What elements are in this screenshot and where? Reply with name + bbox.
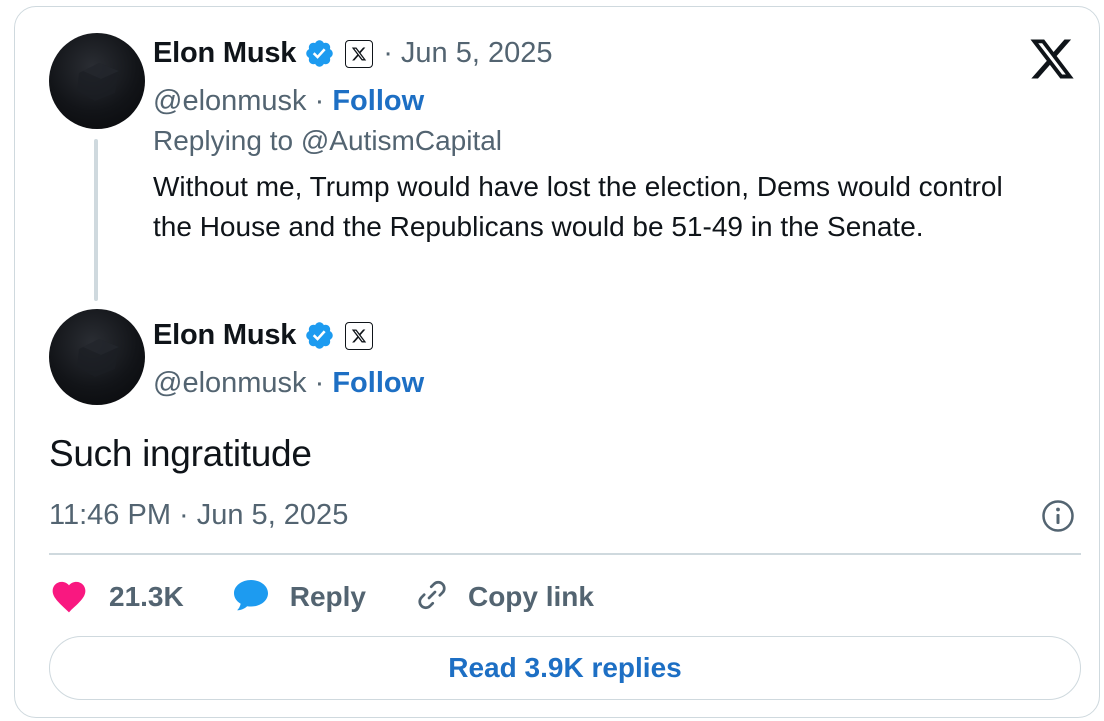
parent-follow-link[interactable]: Follow xyxy=(332,85,424,117)
divider xyxy=(49,553,1081,555)
handle-separator: · xyxy=(306,367,333,399)
x-affiliation-icon xyxy=(345,321,374,350)
handle-separator: · xyxy=(306,85,333,117)
parent-handle[interactable]: @elonmusk xyxy=(153,85,307,117)
reply-name-row: Elon Musk xyxy=(153,319,374,352)
verified-badge-icon xyxy=(304,320,335,351)
parent-author-name[interactable]: Elon Musk xyxy=(153,37,296,70)
like-button[interactable]: 21.3K xyxy=(49,577,184,618)
reply-button[interactable]: Reply xyxy=(232,577,366,618)
embedded-tweet-card: Elon Musk · Jun 5, 2025 @elonmusk · Foll… xyxy=(14,6,1100,718)
like-count: 21.3K xyxy=(109,581,184,612)
thread-line xyxy=(94,139,98,301)
parent-date[interactable]: · Jun 5, 2025 xyxy=(383,37,552,70)
tweet-timestamp[interactable]: 11:46 PM · Jun 5, 2025 xyxy=(49,499,348,532)
parent-tweet-text: Without me, Trump would have lost the el… xyxy=(153,171,1003,242)
tweet-actions: 21.3K Reply Copy link xyxy=(49,573,642,621)
reply-avatar[interactable] xyxy=(49,309,145,405)
x-affiliation-icon xyxy=(345,39,374,68)
reply-follow-link[interactable]: Follow xyxy=(332,367,424,399)
copy-link-label: Copy link xyxy=(467,581,594,612)
reply-handle[interactable]: @elonmusk xyxy=(153,367,307,399)
heart-icon xyxy=(49,577,89,618)
info-icon[interactable] xyxy=(1041,499,1075,533)
reply-handle-row: @elonmusk · Follow xyxy=(153,367,424,400)
parent-name-row: Elon Musk · Jun 5, 2025 xyxy=(153,37,553,70)
reply-tweet-text: Such ingratitude xyxy=(49,433,312,474)
reply-label: Reply xyxy=(289,581,366,612)
parent-avatar[interactable] xyxy=(49,33,145,129)
parent-handle-row: @elonmusk · Follow xyxy=(153,85,424,118)
speech-bubble-icon xyxy=(232,577,270,618)
link-icon xyxy=(414,577,450,618)
replying-to-label[interactable]: Replying to @AutismCapital xyxy=(153,125,502,157)
read-replies-button[interactable]: Read 3.9K replies xyxy=(49,636,1081,700)
reply-author-name[interactable]: Elon Musk xyxy=(153,319,296,352)
x-logo-icon[interactable] xyxy=(1028,35,1078,85)
verified-badge-icon xyxy=(304,38,335,69)
copy-link-button[interactable]: Copy link xyxy=(414,577,594,618)
